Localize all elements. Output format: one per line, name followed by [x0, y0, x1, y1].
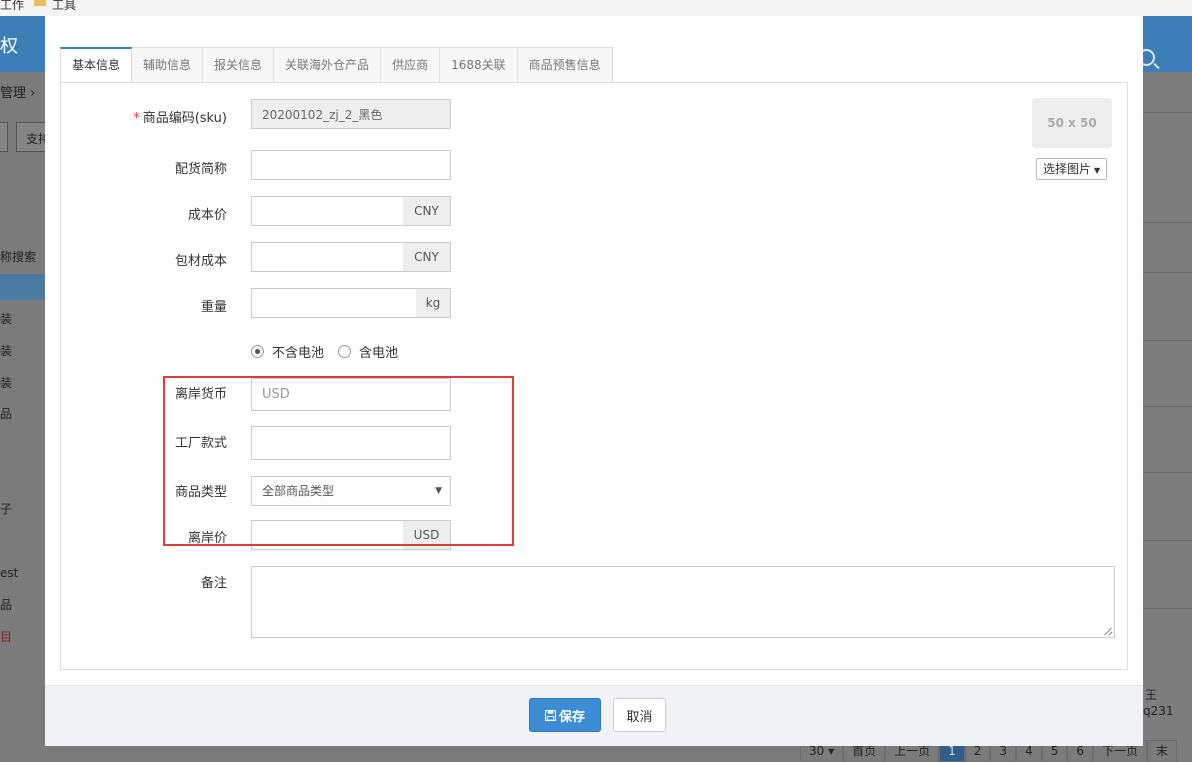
weight-label: 重量 — [200, 300, 227, 315]
background-sidebar-text: est — [0, 566, 19, 580]
cancel-button[interactable]: 取消 — [613, 698, 666, 732]
background-row-divider — [1143, 222, 1192, 223]
tab-basic-info[interactable]: 基本信息 — [60, 47, 133, 84]
cost-currency-addon: CNY — [403, 196, 451, 226]
background-row-divider — [1143, 608, 1192, 609]
background-pager-item: 末 — [1147, 740, 1178, 762]
required-mark: * — [133, 111, 140, 126]
no-battery-label[interactable]: 不含电池 — [272, 342, 324, 361]
remark-label: 备注 — [200, 576, 227, 591]
sku-label: * 商品编码(sku) — [67, 107, 227, 126]
sku-label-text: 商品编码(sku) — [142, 111, 227, 126]
background-sidebar-text: 称搜索 — [0, 250, 37, 264]
no-battery-radio[interactable] — [251, 345, 264, 358]
background-topbar: 工作 工具 — [0, 0, 1192, 16]
tab-auxiliary-info[interactable]: 辅助信息 — [132, 47, 204, 83]
product-type-selected: 全部商品类型 — [262, 484, 335, 498]
fob-price-label: 离岸价 — [187, 531, 227, 546]
factory-style-label: 工厂款式 — [174, 436, 227, 451]
background-row-divider — [1143, 406, 1192, 407]
fob-currency-label: 离岸货币 — [174, 387, 227, 402]
fob-price-input[interactable] — [251, 520, 404, 550]
tab-customs-info[interactable]: 报关信息 — [203, 47, 275, 83]
alias-input[interactable] — [251, 150, 451, 180]
alias-label: 配货简称 — [174, 162, 227, 177]
tab-overseas-warehouse-products[interactable]: 关联海外仓产品 — [274, 47, 382, 83]
packing-cost-currency-addon: CNY — [403, 242, 451, 272]
background-sidebar-text: 品 — [0, 407, 13, 421]
sku-input — [251, 99, 451, 129]
cost-input[interactable] — [251, 196, 404, 226]
tab-supplier[interactable]: 供应商 — [381, 47, 441, 83]
with-battery-label[interactable]: 含电池 — [359, 342, 398, 361]
background-right-panel: 王 q231 — [1143, 72, 1192, 760]
product-type-label: 商品类型 — [174, 485, 227, 500]
background-sidebar-selected — [0, 274, 45, 300]
background-sidebar-text: 装 — [0, 376, 13, 390]
background-row-divider — [1143, 472, 1192, 473]
background-sidebar-text: 装 — [0, 312, 13, 326]
select-image-button[interactable]: 选择图片 ▼ — [1036, 158, 1108, 180]
background-sidebar-text: 子 — [0, 502, 13, 516]
background-topbar-item: 工具 — [52, 0, 77, 12]
cost-label: 成本价 — [187, 208, 227, 223]
background-row-divider — [1143, 540, 1192, 541]
background-header-title: 权 — [0, 36, 18, 57]
background-sidebar: 管理 › 支持 称搜索 装 装 装 品 子 est 品 目 — [0, 72, 58, 760]
tab-presale-info[interactable]: 商品预售信息 — [517, 47, 613, 83]
chevron-down-icon: ▼ — [435, 486, 442, 496]
remark-textarea[interactable] — [251, 566, 1115, 638]
fob-price-currency-addon: USD — [403, 520, 451, 550]
background-right-text: 王 — [1145, 688, 1158, 702]
select-image-label: 选择图片 — [1043, 162, 1092, 176]
weight-unit-addon: kg — [416, 288, 451, 318]
background-topbar-item: 工作 — [0, 0, 25, 12]
resize-handle-icon[interactable] — [1104, 627, 1112, 635]
background-row-divider — [1143, 340, 1192, 341]
with-battery-radio[interactable] — [338, 345, 352, 358]
background-right-text: q231 — [1143, 704, 1174, 718]
background-row-divider — [1143, 112, 1192, 113]
folder-icon — [34, 0, 46, 6]
product-type-select[interactable]: 全部商品类型 ▼ — [251, 476, 451, 506]
cancel-button-label: 取消 — [626, 709, 653, 725]
modal-tabs: 基本信息 辅助信息 报关信息 关联海外仓产品 供应商 1688关联 商品预售信息 — [60, 47, 613, 84]
weight-input[interactable] — [251, 288, 417, 318]
caret-down-icon: ▼ — [1094, 166, 1101, 175]
edit-product-modal: 基本信息 辅助信息 报关信息 关联海外仓产品 供应商 1688关联 商品预售信息… — [45, 16, 1143, 746]
background-sidebar-text: 目 — [0, 630, 13, 644]
background-breadcrumb: 管理 › — [0, 86, 36, 101]
save-button[interactable]: 保存 — [529, 698, 601, 732]
save-icon — [544, 709, 556, 721]
tab-1688-link[interactable]: 1688关联 — [440, 47, 518, 83]
factory-style-input[interactable] — [251, 426, 451, 460]
save-button-label: 保存 — [558, 709, 585, 725]
background-sidebar-text: 装 — [0, 344, 13, 358]
fob-currency-input[interactable] — [251, 378, 451, 411]
background-sidebar-text: 品 — [0, 598, 13, 612]
packing-cost-input[interactable] — [251, 242, 404, 272]
packing-cost-label: 包材成本 — [174, 254, 227, 269]
background-row-divider — [1143, 272, 1192, 273]
background-button — [0, 122, 8, 152]
battery-radio-group: 不含电池 含电池 — [251, 342, 412, 361]
image-placeholder: 50 x 50 — [1032, 98, 1112, 148]
